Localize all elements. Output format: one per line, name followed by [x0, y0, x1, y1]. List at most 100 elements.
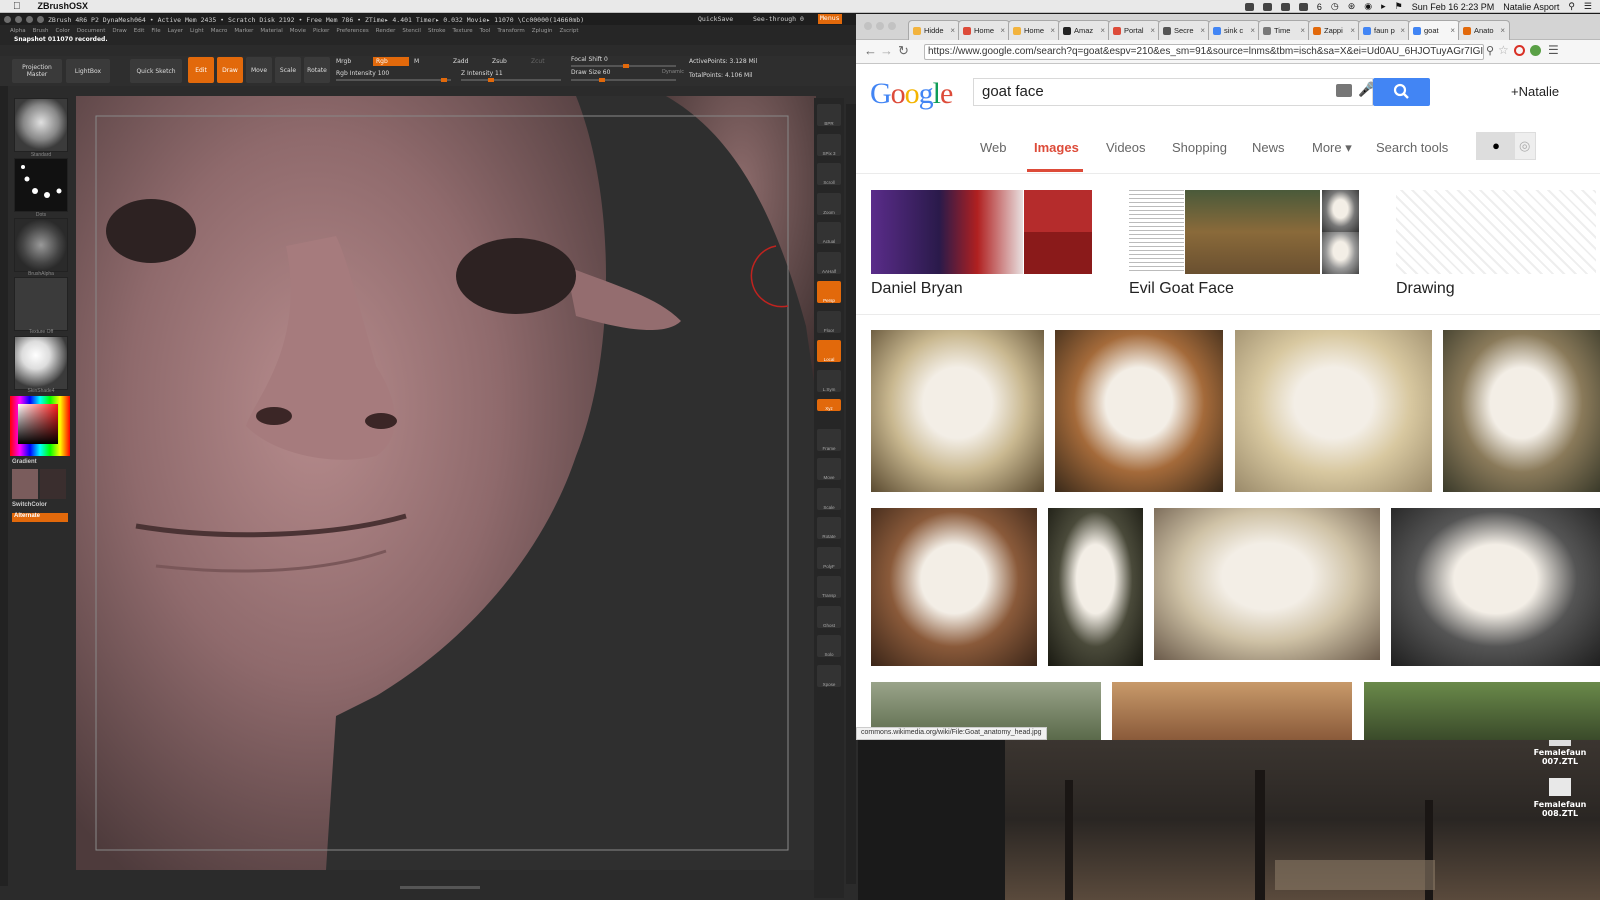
result-image[interactable] [1112, 682, 1352, 740]
quicksave-button[interactable]: QuickSave [698, 15, 733, 23]
close-tab-icon[interactable]: × [1250, 26, 1255, 35]
nav-search-tools[interactable]: Search tools [1376, 140, 1448, 155]
person-icon[interactable]: ● [1477, 133, 1515, 159]
close-tab-icon[interactable]: × [950, 26, 955, 35]
zbrush-menu-macro[interactable]: Macro [211, 28, 228, 34]
mrgb-button[interactable]: Mrgb [336, 58, 351, 65]
zbrush-right-floor[interactable]: Floor [817, 310, 841, 333]
search-button[interactable] [1373, 78, 1430, 106]
related-search-label[interactable]: Drawing [1396, 280, 1455, 298]
bottom-tray-handle[interactable] [400, 886, 480, 889]
close-tab-icon[interactable]: × [1300, 26, 1305, 35]
zsub-button[interactable]: Zsub [492, 58, 507, 65]
nav-shopping[interactable]: Shopping [1172, 140, 1227, 155]
clock[interactable]: Sun Feb 16 2:23 PM [1412, 2, 1495, 12]
rgb-button[interactable]: Rgb [373, 57, 409, 66]
settings-icon[interactable] [37, 16, 44, 23]
tab-zappi[interactable]: Zappi × [1308, 20, 1360, 40]
result-image[interactable] [1391, 508, 1600, 666]
rgb-intensity-track[interactable] [336, 78, 451, 82]
m-button[interactable]: M [414, 58, 419, 65]
switchcolor-button[interactable]: SwitchColor [12, 502, 47, 508]
zbrush-menu-zscript[interactable]: Zscript [559, 28, 578, 34]
search-input[interactable]: goat face [973, 78, 1373, 106]
focal-shift-slider[interactable]: Focal Shift 0 [571, 56, 608, 63]
related-image[interactable] [1129, 190, 1184, 274]
move-button[interactable]: Move [246, 57, 272, 83]
evernote-icon[interactable] [1280, 2, 1290, 11]
zbrush-menu-movie[interactable]: Movie [290, 28, 306, 34]
zbrush-right-ghost[interactable]: Ghost [817, 605, 841, 628]
rgb-intensity-slider[interactable]: Rgb Intensity 100 [336, 70, 389, 77]
close-icon[interactable] [4, 16, 11, 23]
zbrush-right-scroll[interactable]: Scroll [817, 163, 841, 185]
safesearch-toggle[interactable]: ● ◎ [1476, 132, 1536, 160]
edit-button[interactable]: Edit [188, 57, 214, 83]
stroke-thumbnail[interactable] [14, 158, 68, 212]
focal-shift-track[interactable] [571, 64, 676, 68]
growl-icon[interactable] [1262, 2, 1272, 11]
result-image[interactable] [1235, 330, 1432, 492]
zoom-icon[interactable] [888, 22, 896, 30]
zbrush-right-zoom[interactable]: Zoom [817, 192, 841, 215]
zbrush-menu-layer[interactable]: Layer [168, 28, 183, 34]
zbrush-menu-texture[interactable]: Texture [453, 28, 473, 34]
gradient-label[interactable]: Gradient [12, 459, 37, 465]
secondary-color-swatch[interactable] [40, 469, 66, 499]
file-icon[interactable]: Femalefaun 008.ZTL [1530, 778, 1590, 818]
close-tab-icon[interactable]: × [1100, 26, 1105, 35]
volume-icon[interactable]: ▸ [1381, 1, 1386, 12]
zbrush-menu-picker[interactable]: Picker [313, 28, 329, 34]
zbrush-right-persp[interactable]: Persp [817, 281, 841, 303]
camera-icon[interactable] [1336, 84, 1352, 97]
zbrush-right-spix-3[interactable]: SPix 3 [817, 133, 841, 156]
notification-icon[interactable]: ☰ [1584, 1, 1592, 12]
time-machine-icon[interactable]: ◷ [1331, 1, 1339, 12]
zbrush-menu-preferences[interactable]: Preferences [336, 28, 368, 34]
zbrush-menu-zplugin[interactable]: Zplugin [532, 28, 553, 34]
google-logo[interactable]: Google [870, 77, 953, 111]
zoom-icon[interactable] [26, 16, 33, 23]
close-tab-icon[interactable]: × [1450, 26, 1455, 35]
z-intensity-track[interactable] [461, 78, 561, 82]
zbrush-menu-file[interactable]: File [151, 28, 160, 34]
forward-arrow-icon[interactable]: → [880, 43, 893, 58]
zbrush-menu-marker[interactable]: Marker [234, 28, 253, 34]
zbrush-right-local[interactable]: Local [817, 340, 841, 362]
zbrush-menu-color[interactable]: Color [56, 28, 70, 34]
texture-thumbnail[interactable] [14, 277, 68, 331]
scale-button[interactable]: Scale [275, 57, 301, 83]
result-image[interactable] [1443, 330, 1600, 492]
right-tray-edge[interactable] [846, 104, 856, 884]
tab-amaz[interactable]: Amaz × [1058, 20, 1110, 40]
minimize-icon[interactable] [876, 22, 884, 30]
battery-count[interactable]: 6 [1317, 2, 1322, 12]
zbrush-menu-transform[interactable]: Transform [497, 28, 524, 34]
tab-secre[interactable]: Secre × [1158, 20, 1210, 40]
tab-home[interactable]: Home × [958, 20, 1010, 40]
quick-sketch-button[interactable]: Quick Sketch [130, 59, 182, 83]
dropbox-icon[interactable] [1244, 2, 1254, 11]
related-image[interactable] [871, 190, 1023, 274]
magnifier-icon[interactable]: ⚲ [1486, 44, 1494, 57]
zcut-button[interactable]: Zcut [531, 58, 545, 65]
close-tab-icon[interactable]: × [1200, 26, 1205, 35]
menus-button[interactable]: Menus [818, 14, 842, 24]
z-intensity-slider[interactable]: Z Intensity 11 [461, 70, 503, 77]
related-image[interactable] [1322, 190, 1359, 232]
rotate-button[interactable]: Rotate [304, 57, 330, 83]
nav-web[interactable]: Web [980, 140, 1007, 155]
zbrush-menu-draw[interactable]: Draw [112, 28, 126, 34]
zbrush-menu-light[interactable]: Light [190, 28, 204, 34]
zbrush-menu-material[interactable]: Material [260, 28, 282, 34]
nav-images[interactable]: Images [1034, 140, 1079, 155]
material-thumbnail[interactable] [14, 336, 68, 390]
draw-size-slider[interactable]: Draw Size 60 [571, 69, 610, 76]
color-picker[interactable] [10, 396, 70, 456]
close-tab-icon[interactable]: × [1000, 26, 1005, 35]
result-image[interactable] [871, 330, 1044, 492]
related-search-label[interactable]: Evil Goat Face [1129, 280, 1234, 298]
color-square[interactable] [18, 404, 58, 444]
zbrush-right-bpr[interactable]: BPR [817, 104, 841, 126]
zbrush-right-scale[interactable]: Scale [817, 487, 841, 510]
